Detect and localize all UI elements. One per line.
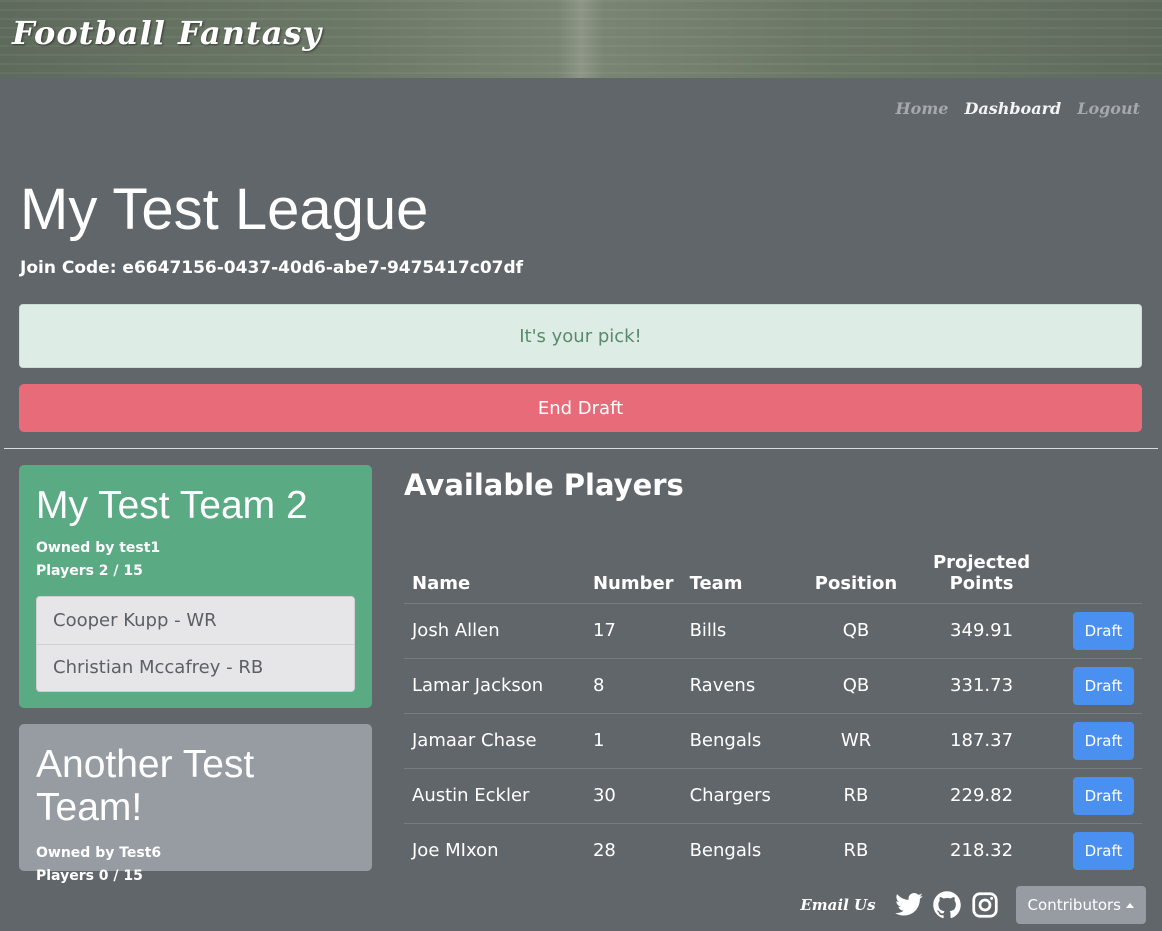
player-position: RB <box>801 767 911 823</box>
instagram-icon[interactable] <box>970 890 1000 920</box>
player-name: Joe MIxon <box>404 822 585 878</box>
available-players-table: Name Number Team Position Projected Poin… <box>404 531 1142 878</box>
github-icon[interactable] <box>932 890 962 920</box>
player-position: QB <box>801 602 911 658</box>
site-title[interactable]: Football Fantasy <box>12 14 322 52</box>
team-owner: Owned by Test6 <box>36 844 162 861</box>
header-banner: Football Fantasy <box>0 0 1162 78</box>
top-nav: Home Dashboard Logout <box>896 99 1140 118</box>
table-row: Jamaar Chase 1 Bengals WR 187.37 Draft <box>404 712 1142 768</box>
contributors-dropdown-button[interactable]: Contributors <box>1015 886 1146 924</box>
player-number: 1 <box>584 712 682 768</box>
team-roster-list: Cooper Kupp - WR Christian Mccafrey - RB <box>36 595 355 692</box>
roster-item: Cooper Kupp - WR <box>53 609 217 631</box>
end-draft-button[interactable]: End Draft <box>19 384 1142 432</box>
section-divider <box>4 448 1158 449</box>
nav-home-link[interactable]: Home <box>896 99 949 118</box>
player-number: 17 <box>584 602 682 658</box>
join-code: Join Code: e6647156-0437-40d6-abe7-94754… <box>20 258 524 278</box>
footer: Email Us Contributors <box>800 886 1146 924</box>
pick-alert: It's your pick! <box>19 304 1142 368</box>
player-team: Ravens <box>681 657 802 713</box>
col-header-projected-points: Projected Points <box>911 531 1052 603</box>
player-name: Jamaar Chase <box>404 712 585 768</box>
col-header-team: Team <box>689 572 743 594</box>
col-header-number: Number <box>592 572 674 594</box>
col-header-name: Name <box>412 572 471 594</box>
player-position: QB <box>801 657 911 713</box>
player-projected-points: 229.82 <box>910 767 1053 823</box>
player-team: Bengals <box>681 712 802 768</box>
draft-button[interactable]: Draft <box>1073 666 1134 705</box>
player-team: Bengals <box>681 822 802 878</box>
twitter-icon[interactable] <box>894 890 924 920</box>
table-row: Josh Allen 17 Bills QB 349.91 Draft <box>404 602 1142 658</box>
player-name: Lamar Jackson <box>404 657 585 713</box>
col-header-projected-line2: Points <box>949 572 1014 594</box>
league-title: My Test League <box>20 177 429 242</box>
col-header-action <box>1052 531 1142 603</box>
team-player-count: Players 0 / 15 <box>36 867 143 884</box>
table-row: Lamar Jackson 8 Ravens QB 331.73 Draft <box>404 657 1142 713</box>
player-name: Austin Eckler <box>404 767 585 823</box>
contributors-label: Contributors <box>1027 896 1121 914</box>
team-name: My Test Team 2 <box>36 484 308 527</box>
team-owner: Owned by test1 <box>36 539 161 556</box>
player-team: Chargers <box>681 767 802 823</box>
draft-button[interactable]: Draft <box>1073 831 1134 870</box>
team-player-count: Players 2 / 15 <box>36 562 143 579</box>
draft-button[interactable]: Draft <box>1073 611 1134 650</box>
col-header-position: Position <box>814 572 898 594</box>
team-name: Another Test Team! <box>36 743 255 829</box>
available-players-heading: Available Players <box>404 468 684 502</box>
player-projected-points: 187.37 <box>910 712 1053 768</box>
player-projected-points: 349.91 <box>910 602 1053 658</box>
col-header-projected-line1: Projected <box>932 551 1031 573</box>
draft-button[interactable]: Draft <box>1073 721 1134 760</box>
player-position: RB <box>801 822 911 878</box>
caret-up-icon <box>1126 902 1134 908</box>
roster-item: Christian Mccafrey - RB <box>37 643 354 691</box>
pick-alert-text: It's your pick! <box>519 325 642 347</box>
player-position: WR <box>801 712 911 768</box>
table-header-row: Name Number Team Position Projected Poin… <box>404 531 1142 603</box>
player-name: Josh Allen <box>404 602 585 658</box>
table-row: Joe MIxon 28 Bengals RB 218.32 Draft <box>404 822 1142 878</box>
player-team: Bills <box>681 602 802 658</box>
player-number: 28 <box>584 822 682 878</box>
team-card-my-test-team-2: My Test Team 2 Owned by test1 Players 2 … <box>19 465 372 708</box>
nav-dashboard-link[interactable]: Dashboard <box>964 99 1061 118</box>
draft-button[interactable]: Draft <box>1073 776 1134 815</box>
player-number: 30 <box>584 767 682 823</box>
nav-logout-link[interactable]: Logout <box>1077 99 1140 118</box>
team-card-another-test-team: Another Test Team! Owned by Test6 Player… <box>19 724 372 884</box>
player-number: 8 <box>584 657 682 713</box>
player-projected-points: 331.73 <box>910 657 1053 713</box>
email-us-link[interactable]: Email Us <box>800 896 875 914</box>
table-row: Austin Eckler 30 Chargers RB 229.82 Draf… <box>404 767 1142 823</box>
player-projected-points: 218.32 <box>910 822 1053 878</box>
